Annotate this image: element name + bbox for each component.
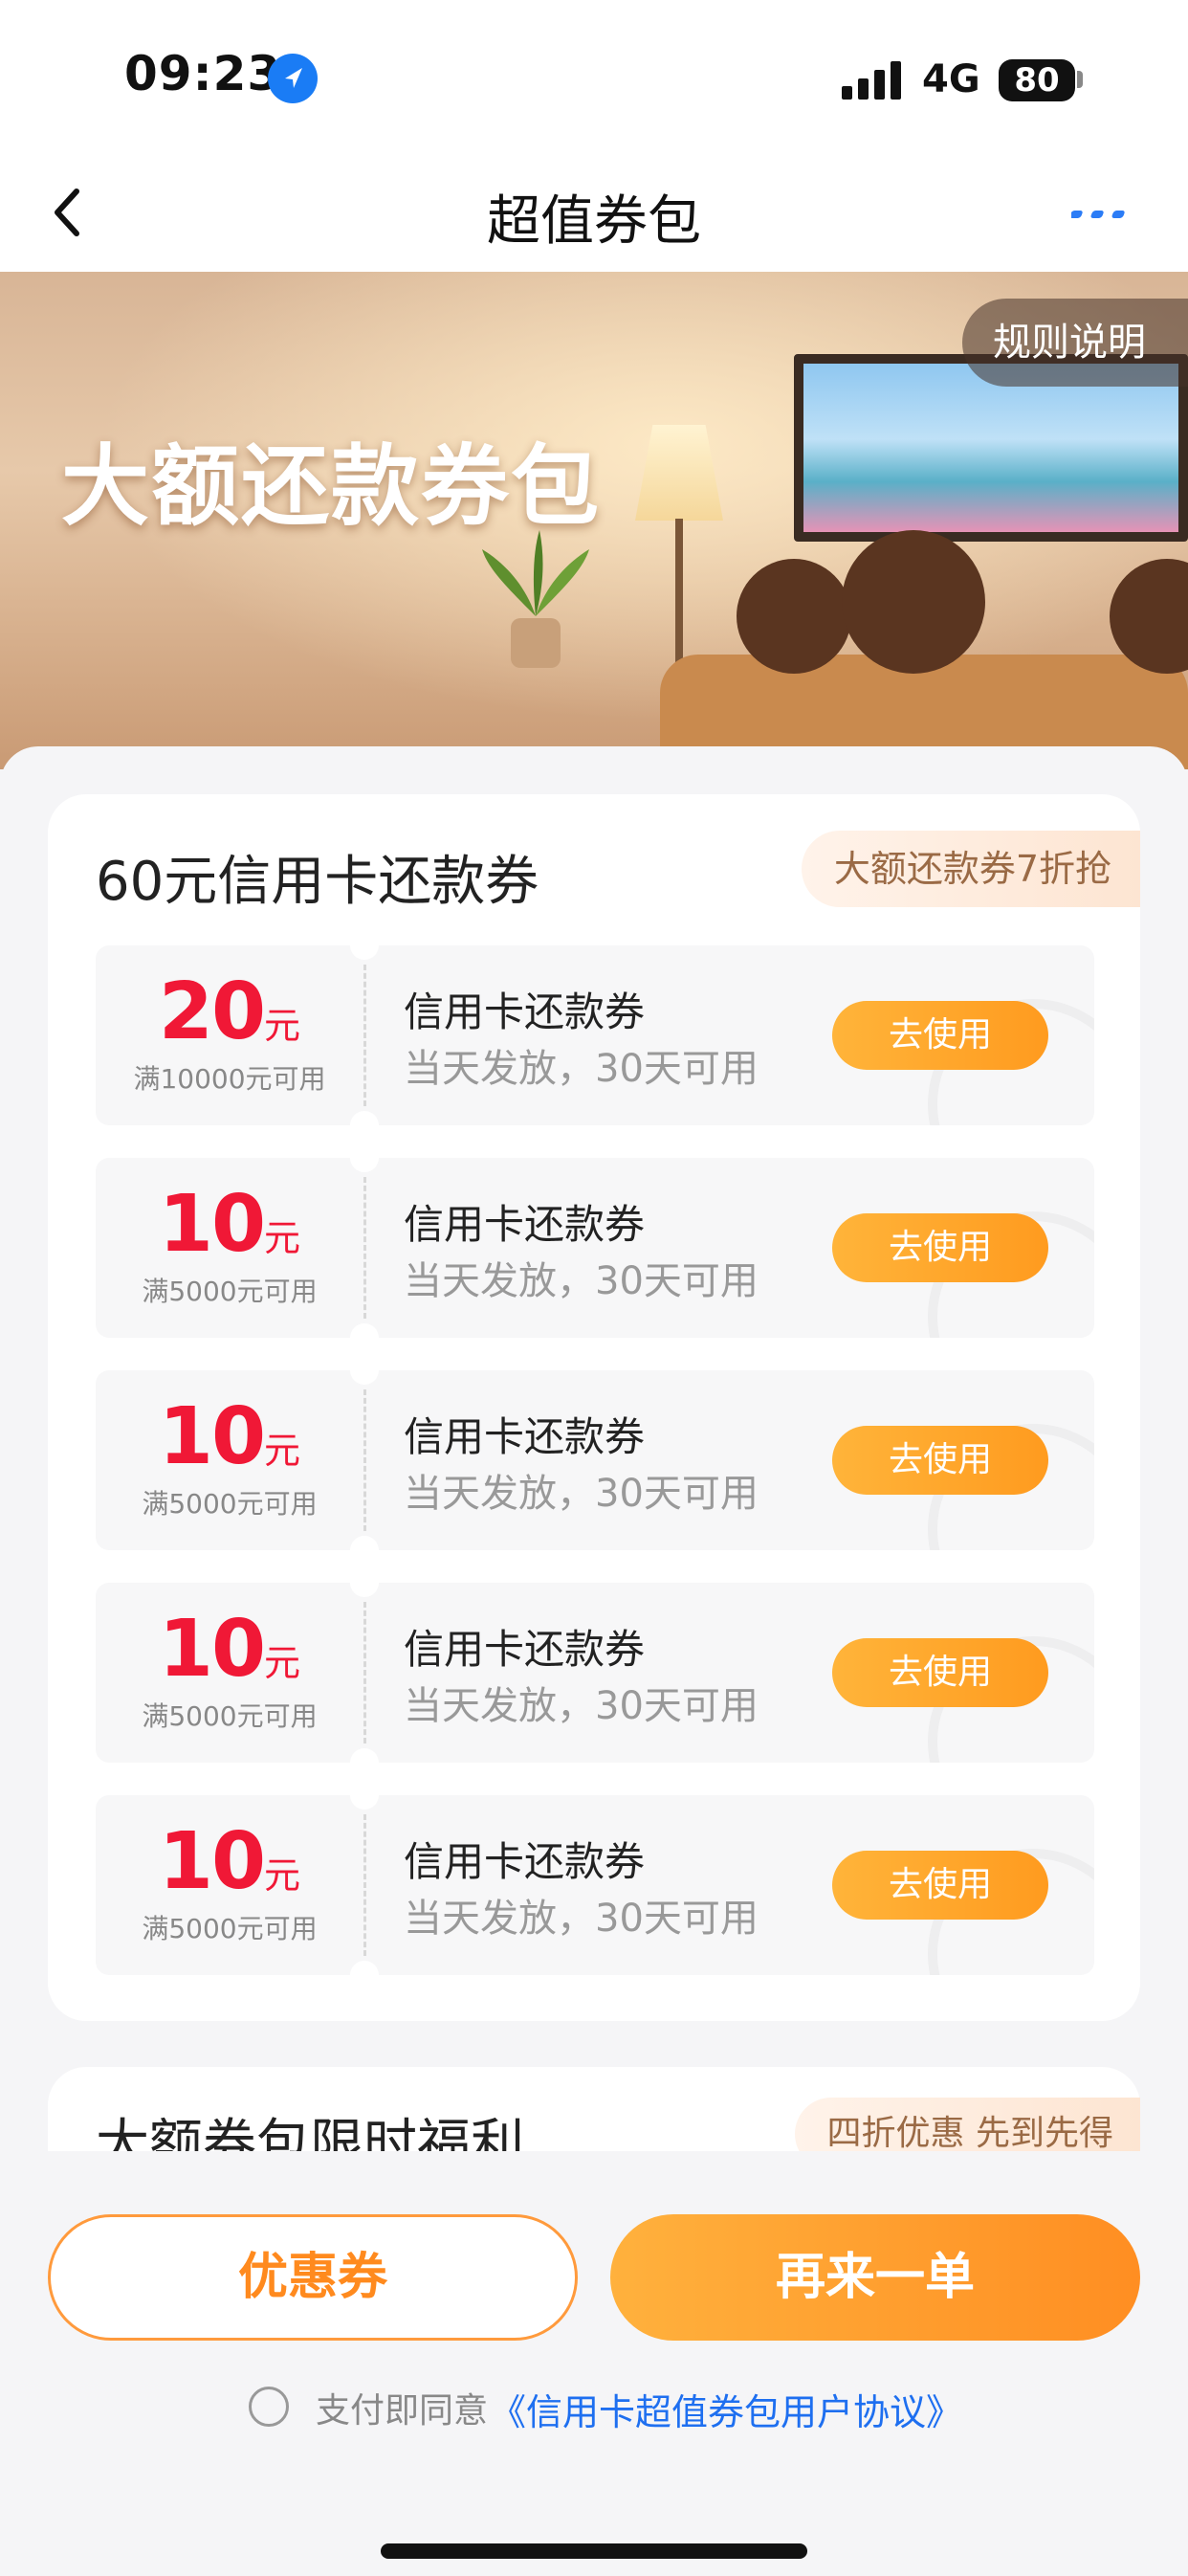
child-figure: [737, 559, 851, 674]
coupon-item: 10元 满5000元可用 信用卡还款券 当天发放，30天可用 去使用: [96, 1795, 1094, 1975]
agreement-link[interactable]: 《信用卡超值券包用户协议》: [490, 2383, 962, 2435]
banner-title: 大额还款券包: [61, 435, 602, 538]
plant-illustration: [482, 530, 589, 668]
promo-tag: 大额还款券7折抢: [801, 831, 1140, 907]
coupon-description: 当天发放，30天可用: [404, 1047, 759, 1091]
lamp-pole: [675, 519, 683, 672]
use-coupon-button[interactable]: 去使用: [832, 1426, 1048, 1495]
child-figure: [842, 530, 985, 674]
coupon-amount-value: 20: [158, 966, 266, 1057]
cellular-signal-icon: [842, 61, 901, 100]
coupon-amount-unit: 元: [264, 1217, 301, 1259]
coupon-description: 当天发放，30天可用: [404, 1472, 759, 1516]
home-indicator: [381, 2543, 807, 2559]
coupon-condition: 满5000元可用: [142, 1913, 318, 1944]
coupon-amount-unit: 元: [264, 1430, 301, 1472]
status-time: 09:23: [124, 46, 282, 101]
coupon-amount-unit: 元: [264, 1854, 301, 1897]
agreement-prefix: 支付即同意: [316, 2391, 489, 2431]
coupon-notch: [350, 1583, 379, 1597]
content-sheet: 60元信用卡还款券 大额还款券7折抢 20元 满10000元可用 信用卡还款券 …: [0, 746, 1188, 2163]
use-coupon-button[interactable]: 去使用: [832, 1001, 1048, 1070]
battery-cap: [1077, 71, 1083, 88]
status-bar: 09:23 4G 80: [0, 0, 1188, 153]
coupon-amount: 10元: [96, 1179, 363, 1270]
reorder-button[interactable]: 再来一单: [610, 2214, 1140, 2341]
use-coupon-button[interactable]: 去使用: [832, 1213, 1048, 1282]
coupon-name: 信用卡还款券: [404, 1838, 646, 1885]
coupon-item: 10元 满5000元可用 信用卡还款券 当天发放，30天可用 去使用: [96, 1583, 1094, 1763]
coupon-amount-value: 10: [158, 1816, 266, 1907]
page-title: 超值券包: [487, 190, 701, 253]
coupon-name: 信用卡还款券: [404, 1626, 646, 1673]
coupon-divider: [363, 965, 366, 1106]
coupon-condition: 满10000元可用: [133, 1063, 326, 1095]
more-options-icon[interactable]: [1071, 207, 1133, 222]
coupon-divider: [363, 1389, 366, 1531]
coupon-amount-value: 10: [158, 1179, 266, 1270]
coupon-notch: [350, 1748, 379, 1763]
coupon-amount-value: 10: [158, 1391, 266, 1482]
location-arrow-icon: [268, 54, 318, 103]
coupon-divider: [363, 1814, 366, 1956]
hero-banner: 大额还款券包 规则说明: [0, 272, 1188, 769]
coupon-amount: 10元: [96, 1604, 363, 1695]
coupon-notch: [350, 1961, 379, 1975]
coupon-notch: [350, 1323, 379, 1338]
coupon-amount: 10元: [96, 1816, 363, 1907]
coupon-description: 当天发放，30天可用: [404, 1897, 759, 1941]
coupon-condition: 满5000元可用: [142, 1276, 318, 1307]
bottom-action-bar: 优惠券 再来一单 支付即同意 《信用卡超值券包用户协议》: [0, 2151, 1188, 2576]
coupon-name: 信用卡还款券: [404, 1201, 646, 1248]
rules-button[interactable]: 规则说明: [962, 299, 1188, 387]
card-title: 60元信用卡还款券: [96, 851, 539, 913]
coupon-item: 20元 满10000元可用 信用卡还款券 当天发放，30天可用 去使用: [96, 945, 1094, 1125]
use-coupon-button[interactable]: 去使用: [832, 1851, 1048, 1920]
coupon-amount-unit: 元: [264, 1005, 301, 1047]
coupon-description: 当天发放，30天可用: [404, 1684, 759, 1728]
battery-icon: 80: [999, 59, 1075, 101]
coupon-notch: [350, 1111, 379, 1125]
agreement-row: 支付即同意 《信用卡超值券包用户协议》: [0, 2377, 1188, 2434]
coupon-condition: 满5000元可用: [142, 1488, 318, 1520]
coupon-button[interactable]: 优惠券: [48, 2214, 578, 2341]
coupon-item: 10元 满5000元可用 信用卡还款券 当天发放，30天可用 去使用: [96, 1370, 1094, 1550]
coupon-amount-value: 10: [158, 1604, 266, 1695]
limited-offer-card: 大额券包限时福利 四折优惠 先到先得: [48, 2067, 1140, 2163]
coupon-divider: [363, 1602, 366, 1743]
coupon-amount: 20元: [96, 966, 363, 1057]
coupon-notch: [350, 1158, 379, 1172]
coupon-notch: [350, 1795, 379, 1810]
navigation-bar: 超值券包: [0, 153, 1188, 272]
coupon-name: 信用卡还款券: [404, 988, 646, 1035]
coupon-pack-card: 60元信用卡还款券 大额还款券7折抢 20元 满10000元可用 信用卡还款券 …: [48, 794, 1140, 2021]
coupon-condition: 满5000元可用: [142, 1700, 318, 1732]
use-coupon-button[interactable]: 去使用: [832, 1638, 1048, 1707]
coupon-amount-unit: 元: [264, 1642, 301, 1684]
agree-radio[interactable]: [249, 2387, 289, 2427]
coupon-divider: [363, 1177, 366, 1319]
coupon-description: 当天发放，30天可用: [404, 1259, 759, 1303]
coupon-amount: 10元: [96, 1391, 363, 1482]
coupon-notch: [350, 1536, 379, 1550]
network-type: 4G: [922, 57, 980, 101]
coupon-notch: [350, 945, 379, 960]
coupon-name: 信用卡还款券: [404, 1413, 646, 1460]
coupon-item: 10元 满5000元可用 信用卡还款券 当天发放，30天可用 去使用: [96, 1158, 1094, 1338]
coupon-notch: [350, 1370, 379, 1385]
